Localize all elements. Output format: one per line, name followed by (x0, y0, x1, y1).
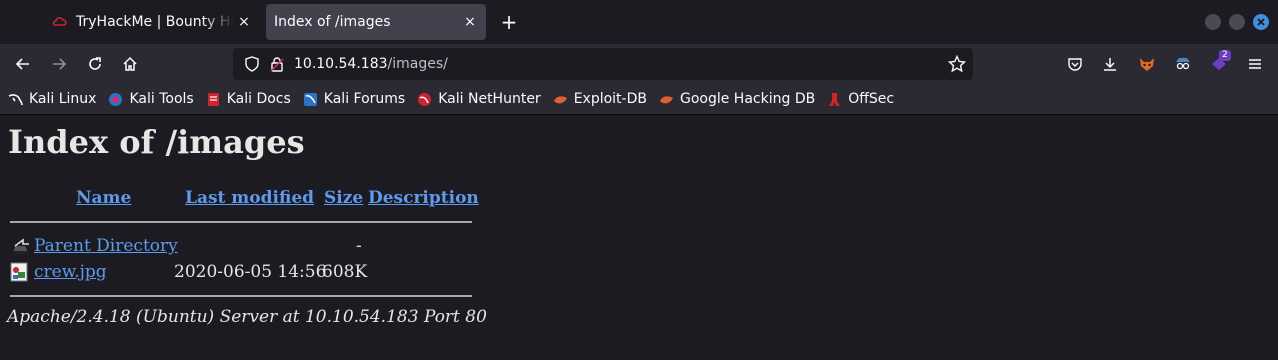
offsec-icon (827, 92, 842, 107)
fox-extension-icon (1140, 58, 1154, 71)
bookmark-star-icon[interactable] (947, 54, 967, 77)
kali-nethunter-icon (417, 92, 432, 107)
maximize-window-button[interactable] (1229, 14, 1245, 30)
hamburger-menu-icon (1249, 59, 1261, 69)
reload-icon (89, 57, 101, 70)
image-file-icon (10, 262, 28, 286)
tab-strip: TryHackMe | Bounty Hacker × Index of /im… (0, 0, 1278, 44)
url-text[interactable]: 10.10.54.183/images/ (294, 56, 448, 72)
forward-arrow-icon (53, 58, 67, 70)
bookmark-label: Kali NetHunter (438, 91, 541, 107)
extension-badge-button[interactable]: 2 (1207, 50, 1231, 76)
downloads-button[interactable] (1098, 52, 1122, 76)
navigation-toolbar: 10.10.54.183/images/ 2 (0, 44, 1278, 84)
minimize-window-button[interactable] (1205, 14, 1221, 30)
tracking-protection-shield-icon[interactable] (244, 56, 260, 76)
bookmark-google-hacking-db[interactable]: Google Hacking DB (659, 91, 815, 107)
pocket-button[interactable] (1063, 52, 1087, 76)
parent-directory-link[interactable]: Parent Directory (34, 236, 178, 256)
kali-docs-icon (206, 92, 221, 107)
close-tab-icon[interactable]: × (460, 14, 480, 30)
header-divider (10, 221, 472, 223)
download-icon (1104, 58, 1116, 71)
tab-title: Index of /images (274, 14, 391, 30)
column-header-size[interactable]: Size (324, 188, 363, 208)
column-header-last-modified[interactable]: Last modified (185, 188, 314, 208)
address-bar[interactable]: 10.10.54.183/images/ (233, 48, 973, 80)
modified-cell: 2020-06-05 14:56 (174, 262, 327, 282)
bookmark-label: Kali Tools (129, 91, 194, 107)
forward-button[interactable] (47, 52, 71, 76)
tab-tryhackme[interactable]: TryHackMe | Bounty Hacker × (44, 4, 260, 40)
bookmark-label: Kali Docs (226, 91, 291, 107)
pocket-icon (1068, 58, 1082, 71)
size-cell: 608K (322, 262, 368, 282)
bookmark-kali-linux[interactable]: Kali Linux (8, 91, 96, 107)
page-content: Index of /images Name Last modified Size… (0, 116, 1278, 360)
kali-tools-icon (108, 92, 123, 107)
back-button[interactable] (11, 52, 35, 76)
url-path: /images/ (387, 56, 448, 72)
app-menu-button[interactable] (1243, 52, 1267, 76)
bookmark-label: Kali Forums (323, 91, 406, 107)
bookmark-label: Exploit-DB (573, 91, 647, 107)
tab-index-of-images[interactable]: Index of /images × (266, 4, 486, 40)
bookmark-kali-forums[interactable]: Kali Forums (303, 91, 405, 107)
size-cell: - (356, 236, 362, 256)
page-title: Index of /images (8, 123, 305, 161)
bookmark-label: OffSec (848, 91, 895, 107)
column-header-description[interactable]: Description (368, 188, 479, 208)
server-signature: Apache/2.4.18 (Ubuntu) Server at 10.10.5… (7, 307, 487, 327)
home-button[interactable] (118, 52, 142, 76)
bookmarks-toolbar: Kali Linux Kali Tools Kali Docs Kali For… (0, 84, 1278, 115)
crew-jpg-link[interactable]: crew.jpg (34, 262, 107, 282)
bookmark-kali-nethunter[interactable]: Kali NetHunter (417, 91, 541, 107)
reload-button[interactable] (83, 52, 107, 76)
bookmark-kali-docs[interactable]: Kali Docs (206, 91, 291, 107)
footer-divider (10, 295, 472, 297)
tryhackme-favicon-icon (52, 14, 68, 30)
home-icon (123, 56, 137, 71)
close-tab-icon[interactable]: × (234, 14, 254, 30)
extension-foxyproxy-button[interactable] (1135, 52, 1159, 76)
kali-dragon-icon (8, 92, 23, 107)
spy-extension-icon (1176, 58, 1190, 70)
insecure-lock-icon[interactable] (269, 56, 285, 76)
back-arrow-icon (15, 58, 29, 70)
bookmark-label: Google Hacking DB (679, 91, 816, 107)
kali-forums-icon (303, 92, 318, 107)
column-header-name[interactable]: Name (76, 188, 131, 208)
extension-spy-button[interactable] (1171, 52, 1195, 76)
extension-badge-count: 2 (1219, 50, 1231, 61)
back-folder-icon (11, 236, 31, 260)
url-host: 10.10.54.183 (294, 56, 388, 72)
exploit-db-icon (553, 92, 568, 107)
ghdb-icon (659, 92, 674, 107)
tab-title: TryHackMe | Bounty Hacker (76, 14, 234, 30)
bookmark-kali-tools[interactable]: Kali Tools (108, 91, 194, 107)
new-tab-button[interactable]: + (498, 10, 520, 34)
bookmark-label: Kali Linux (29, 91, 97, 107)
bookmark-exploit-db[interactable]: Exploit-DB (553, 91, 647, 107)
bookmark-offsec[interactable]: OffSec (827, 91, 894, 107)
close-window-button[interactable] (1253, 14, 1269, 30)
